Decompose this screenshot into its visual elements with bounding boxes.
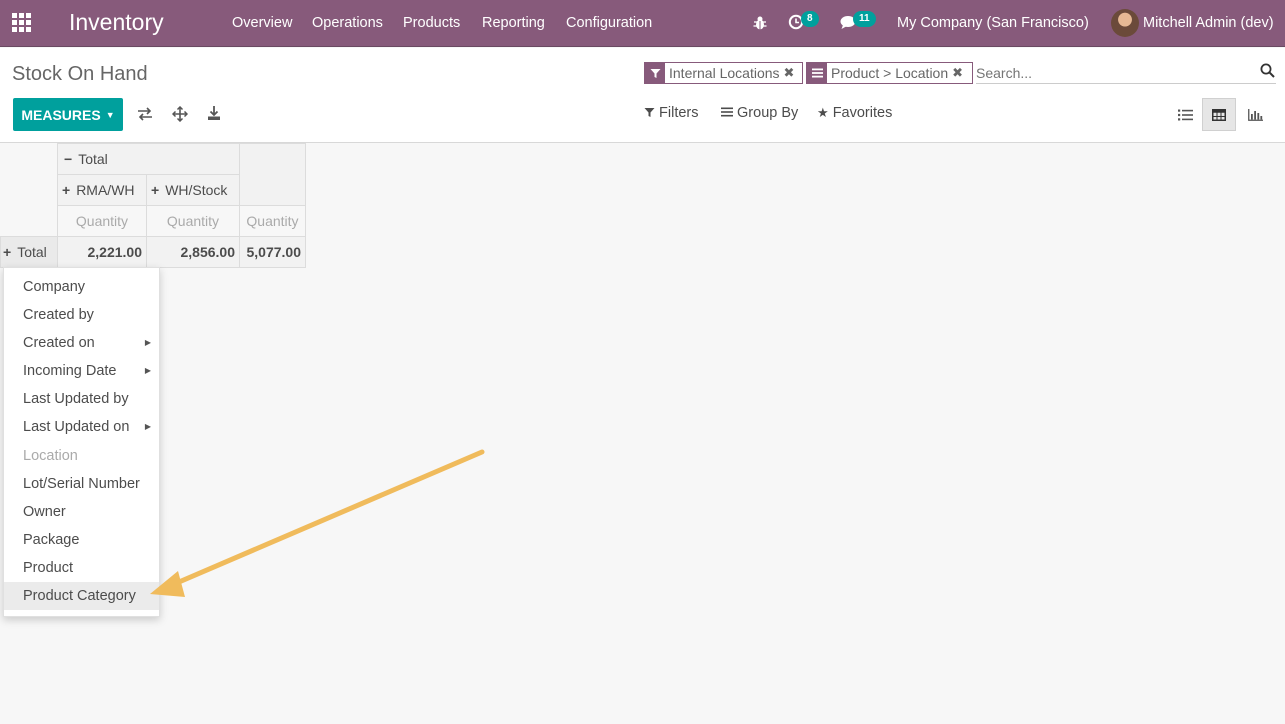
groupby-option-incoming-date[interactable]: Incoming Date ▶ [4,357,159,385]
facet-groupby: Product > Location ✖ [806,62,973,84]
groupby-option-package[interactable]: Package [4,526,159,554]
pivot-corner [1,175,58,206]
measure-header[interactable]: Quantity [239,205,306,237]
company-switcher[interactable]: My Company (San Francisco) [897,15,1089,31]
col-header-rma-wh-label: RMA/WH [76,182,135,198]
bar-chart-icon [1247,108,1263,121]
page-title: Stock On Hand [12,63,148,85]
activity-badge: 8 [801,11,819,27]
groupby-option-last-updated-on[interactable]: Last Updated on ▶ [4,413,159,441]
menu-configuration[interactable]: Configuration [566,15,652,31]
user-avatar[interactable] [1111,9,1139,37]
pivot-view-button[interactable] [1202,98,1236,131]
groupby-option-label: Last Updated on [23,419,130,436]
facet-filter: Internal Locations ✖ [644,62,803,84]
favorites-label: Favorites [832,105,893,121]
facet-groupby-label: Product > Location [831,65,949,81]
measure-header[interactable]: Quantity [57,205,147,237]
menu-overview[interactable]: Overview [232,15,292,31]
filter-icon [645,63,665,83]
groupby-option-location: Location [23,447,78,464]
measure-header[interactable]: Quantity [146,205,240,237]
list-view-button[interactable] [1168,98,1202,131]
messages-badge: 11 [853,11,876,27]
menu-reporting[interactable]: Reporting [482,15,545,31]
groupby-option-product-category[interactable]: Product Category [4,582,159,611]
collapse-minus-icon: − [64,151,73,167]
pivot-table-icon [1212,108,1226,121]
menu-products[interactable]: Products [403,15,460,31]
expand-all-icon[interactable] [172,106,188,122]
groupby-label: Group By [737,105,799,121]
pivot-corner [1,206,58,237]
caret-right-icon: ▶ [144,338,151,348]
col-header-rma-wh[interactable]: + RMA/WH [57,174,147,206]
col-header-wh-stock[interactable]: + WH/Stock [146,174,240,206]
groupby-option-label: Incoming Date [23,363,117,380]
control-panel: Stock On Hand MEASURES ▼ Internal Locatio… [0,48,1285,143]
row-header-total-label: Total [17,244,47,260]
measures-label: MEASURES [21,106,101,123]
row-header-total[interactable]: + Total [0,236,58,268]
measures-button[interactable]: MEASURES ▼ [13,98,123,131]
groupby-list-icon [721,107,733,117]
user-menu[interactable]: Mitchell Admin (dev) [1143,15,1274,31]
bug-icon[interactable] [753,15,767,31]
pivot-corner [1,144,58,175]
groupby-button[interactable]: Group By [721,105,798,121]
groupby-dropdown: Company Created by Created on ▶ Incoming … [3,267,160,617]
groupby-list-icon [807,63,827,83]
search-input[interactable] [976,62,1276,84]
top-navbar: Inventory Overview Operations Products R… [0,0,1285,47]
filters-button[interactable]: Filters [644,105,699,121]
graph-view-button[interactable] [1238,98,1272,131]
caret-down-icon: ▼ [105,109,115,120]
pivot-table: − Total + RMA/WH + WH/Stock Quantity Quanti… [0,143,306,268]
groupby-option-created-on[interactable]: Created on ▶ [4,329,159,357]
groupby-option-last-updated-by[interactable]: Last Updated by [4,385,159,413]
flip-axis-icon[interactable] [137,107,153,121]
filter-icon [644,108,655,117]
caret-right-icon: ▶ [144,422,151,432]
col-header-total[interactable]: − Total [57,143,240,175]
expand-plus-icon: + [151,182,160,198]
pivot-cell[interactable]: 2,221.00 [57,236,147,268]
menu-operations[interactable]: Operations [312,15,383,31]
groupby-option-company[interactable]: Company [4,273,159,301]
app-brand[interactable]: Inventory [69,9,164,36]
pivot-cell[interactable]: 5,077.00 [239,236,306,268]
facet-filter-label: Internal Locations [669,65,780,81]
col-header-total-spacer [239,143,306,206]
expand-plus-icon: + [62,182,71,198]
col-header-total-label: Total [78,151,108,167]
caret-right-icon: ▶ [144,366,151,376]
groupby-option-product[interactable]: Product [4,554,159,582]
expand-plus-icon: + [3,244,12,260]
facet-remove-icon[interactable]: ✖ [784,65,800,81]
star-icon: ★ [817,105,829,120]
favorites-button[interactable]: ★ Favorites [817,105,892,121]
pivot-cell[interactable]: 2,856.00 [146,236,240,268]
filters-label: Filters [659,105,699,121]
apps-menu-icon[interactable] [12,13,32,33]
col-header-wh-stock-label: WH/Stock [165,182,228,198]
groupby-option-lot-serial-number[interactable]: Lot/Serial Number [4,470,159,498]
download-icon[interactable] [207,105,221,121]
search-icon[interactable] [1260,63,1275,78]
facet-remove-icon[interactable]: ✖ [952,65,968,81]
groupby-option-label: Created on [23,335,95,352]
groupby-option-created-by[interactable]: Created by [4,301,159,329]
list-view-icon [1177,109,1193,120]
groupby-option-owner[interactable]: Owner [4,498,159,526]
